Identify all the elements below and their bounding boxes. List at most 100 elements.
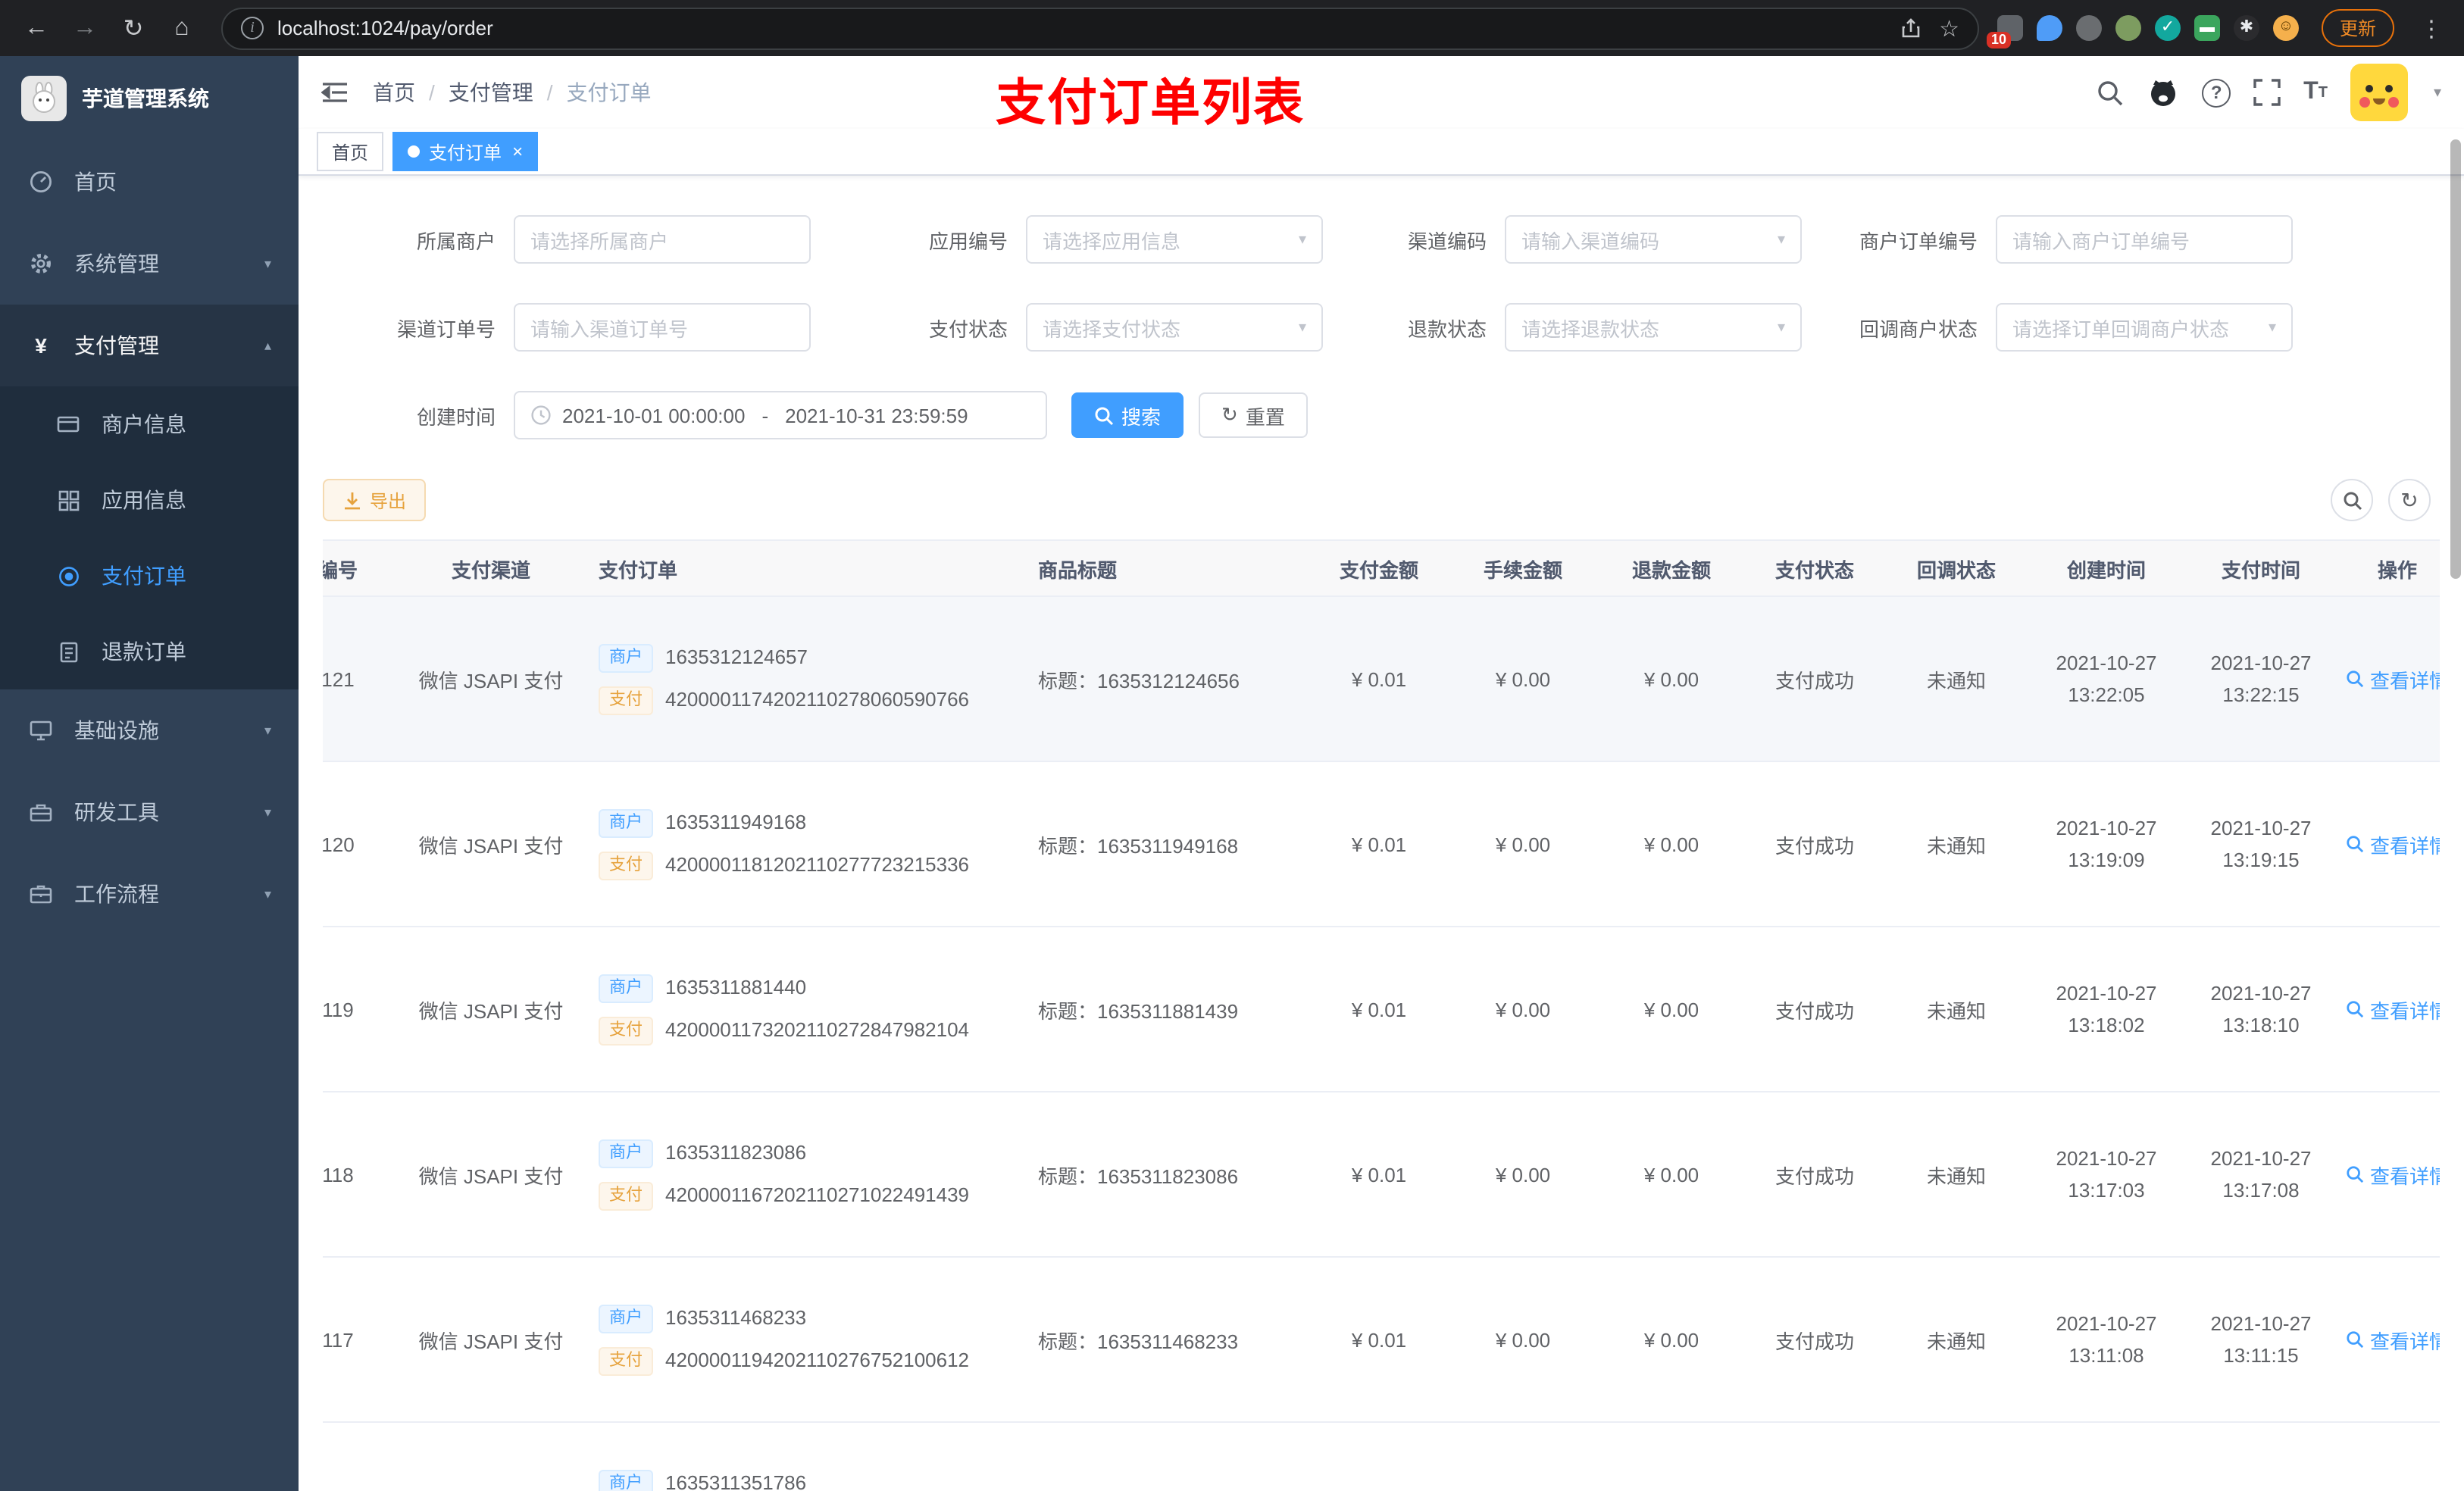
cell-actions: 查看详情 [2337, 1092, 2440, 1258]
site-info-icon[interactable]: i [241, 17, 264, 39]
cell-title: 标题：1635312124656 [1029, 596, 1311, 762]
font-size-icon[interactable]: TT [2303, 79, 2328, 106]
filter-label-create-time: 创建时间 [416, 405, 496, 428]
filter-label-pay-status: 支付状态 [928, 317, 1008, 340]
chevron-down-icon: ▾ [2268, 319, 2276, 336]
screen: ← → ↻ ⌂ i localhost:1024/pay/order ☆ 10 … [0, 0, 2464, 1491]
help-icon[interactable]: ? [2202, 78, 2231, 107]
sidebar-item-merchant-info[interactable]: 商户信息 [0, 386, 299, 462]
view-detail-link[interactable]: 查看详情 [2346, 830, 2440, 858]
sidebar-item-workflow[interactable]: 工作流程 ▾ [0, 853, 299, 935]
cell-title: 标题：1635311949168 [1029, 761, 1311, 927]
sidebar-menu: 首页 系统管理 ▾ ¥ 支付管理 ▴ 商户信息 应用信息 支付订单 退款订单 基… [0, 141, 299, 935]
share-icon[interactable] [1900, 17, 1921, 39]
user-avatar[interactable] [2350, 64, 2408, 121]
table-row: 118 微信 JSAPI 支付 商户 1635311823086 支付 4200… [323, 1092, 2440, 1258]
chevron-down-icon: ▾ [1298, 231, 1306, 248]
search-icon[interactable] [2096, 78, 2125, 107]
gear-icon [27, 252, 55, 276]
browser-back-button[interactable]: ← [15, 7, 58, 49]
col-id: 编号 [323, 539, 392, 597]
browser-address-bar[interactable]: i localhost:1024/pay/order ☆ [221, 7, 1979, 49]
avatar-dropdown-caret-icon[interactable]: ▾ [2434, 84, 2441, 101]
browser-menu-icon[interactable]: ⋮ [2408, 14, 2449, 42]
refund-status-select[interactable]: 请选择退款状态 ▾ [1505, 303, 1802, 352]
chevron-down-icon: ▾ [264, 804, 271, 819]
sidebar-collapse-icon[interactable] [321, 80, 349, 105]
sidebar-item-app-info[interactable]: 应用信息 [0, 462, 299, 538]
create-time-range-picker[interactable]: 2021-10-01 00:00:00 - 2021-10-31 23:59:5… [514, 391, 1047, 439]
refresh-icon: ↻ [1221, 403, 1238, 426]
refresh-table-button[interactable]: ↻ [2388, 479, 2431, 521]
page-title-annotation: 支付订单列表 [996, 74, 1305, 130]
export-button[interactable]: 导出 [323, 479, 427, 521]
cell-fee: ¥ 0.00 [1447, 1092, 1599, 1258]
pay-tag: 支付 [599, 1346, 653, 1375]
merchant-order-no-input[interactable]: 请输入商户订单编号 [1996, 215, 2293, 264]
toggle-search-button[interactable] [2331, 479, 2373, 521]
pay-status-select[interactable]: 请选择支付状态 ▾ [1026, 303, 1323, 352]
sidebar-item-system[interactable]: 系统管理 ▾ [0, 223, 299, 305]
merchant-tag: 商户 [599, 1139, 653, 1167]
gray-extension-icon[interactable] [2075, 15, 2102, 41]
breadcrumb-home[interactable]: 首页 [373, 77, 415, 108]
tab-pay-order[interactable]: 支付订单 × [392, 132, 539, 171]
view-detail-link[interactable]: 查看详情 [2346, 1325, 2440, 1354]
breadcrumb-current: 支付订单 [566, 80, 652, 105]
orders-table: 编号 支付渠道 支付订单 商品标题 支付金额 手续金额 退款金额 支付状态 回调… [323, 539, 2440, 1491]
view-detail-link[interactable]: 查看详情 [2346, 995, 2440, 1024]
callback-status-select[interactable]: 请选择订单回调商户状态 ▾ [1996, 303, 2293, 352]
tab-home[interactable]: 首页 [317, 132, 384, 171]
cell-pay-time: 2021-10-27 13:22:15 [2185, 596, 2337, 762]
cell-title: 标题：1635311881439 [1029, 927, 1311, 1092]
pinwheel-extension-icon[interactable]: ✱ [2233, 15, 2259, 41]
chat-extension-icon[interactable]: ▬ [2194, 15, 2220, 41]
search-button[interactable]: 搜索 [1071, 392, 1184, 438]
check-extension-icon[interactable]: ✓ [2154, 15, 2181, 41]
channel-order-no-input[interactable]: 请输入渠道订单号 [514, 303, 811, 352]
cell-channel: 微信 JSAPI 支付 [392, 927, 589, 1092]
cell-status: 支付成功 [1744, 927, 1885, 1092]
fullscreen-icon[interactable] [2253, 79, 2281, 106]
cell-actions: 查看详情 [2337, 761, 2440, 927]
bookmark-star-icon[interactable]: ☆ [1939, 14, 1959, 42]
sidebar-item-payment[interactable]: ¥ 支付管理 ▴ [0, 305, 299, 386]
merchant-order-no: 1635312124657 [665, 645, 808, 668]
cell-create-time: 2021-10-27 13:17:03 [2028, 1092, 2185, 1258]
cell-status: 支付成功 [1744, 1092, 1885, 1258]
channel-code-select[interactable]: 请输入渠道编码 ▾ [1505, 215, 1802, 264]
app-no-select[interactable]: 请选择应用信息 ▾ [1026, 215, 1323, 264]
chevron-down-icon: ▾ [1777, 231, 1785, 248]
sidebar-item-home[interactable]: 首页 [0, 141, 299, 223]
page-scrollbar-thumb[interactable] [2450, 139, 2461, 579]
sidebar-item-infrastructure[interactable]: 基础设施 ▾ [0, 689, 299, 771]
payment-submenu: 商户信息 应用信息 支付订单 退款订单 [0, 386, 299, 689]
sidebar-item-refund-order[interactable]: 退款订单 [0, 614, 299, 689]
cell-status: 支付成功 [1744, 1257, 1885, 1423]
chevron-down-icon: ▾ [264, 255, 271, 270]
water-drop-extension-icon[interactable] [2036, 15, 2062, 41]
cell-refund: ¥ 0.00 [1599, 1257, 1744, 1423]
merchant-select[interactable]: 请选择所属商户 [514, 215, 811, 264]
smiley-extension-icon[interactable]: ☺ [2272, 15, 2299, 41]
reset-button[interactable]: ↻ 重置 [1199, 392, 1308, 438]
sidebar-item-pay-order[interactable]: 支付订单 [0, 538, 299, 614]
merchant-tag: 商户 [599, 1469, 653, 1491]
olive-extension-icon[interactable] [2115, 15, 2141, 41]
view-detail-link[interactable]: 查看详情 [2346, 664, 2440, 693]
breadcrumb-section[interactable]: 支付管理 [449, 77, 533, 108]
browser-update-button[interactable]: 更新 [2321, 9, 2394, 47]
cell-callback: 未通知 [1885, 761, 2028, 927]
cell-fee: ¥ 0.00 [1447, 596, 1599, 762]
close-tab-icon[interactable]: × [512, 141, 523, 162]
merchant-tag: 商户 [599, 974, 653, 1002]
cell-pay-time: 2021-10-27 13:17:08 [2185, 1092, 2337, 1258]
sidebar-item-dev-tools[interactable]: 研发工具 ▾ [0, 771, 299, 853]
browser-reload-button[interactable]: ↻ [112, 7, 155, 49]
browser-home-button[interactable]: ⌂ [161, 7, 203, 49]
extensions-puzzle-icon[interactable]: 10 [1986, 15, 2023, 48]
browser-forward-button[interactable]: → [64, 7, 106, 49]
github-icon[interactable] [2147, 77, 2179, 108]
view-detail-link[interactable]: 查看详情 [2346, 1160, 2440, 1189]
cell-callback: 未通知 [1885, 596, 2028, 762]
